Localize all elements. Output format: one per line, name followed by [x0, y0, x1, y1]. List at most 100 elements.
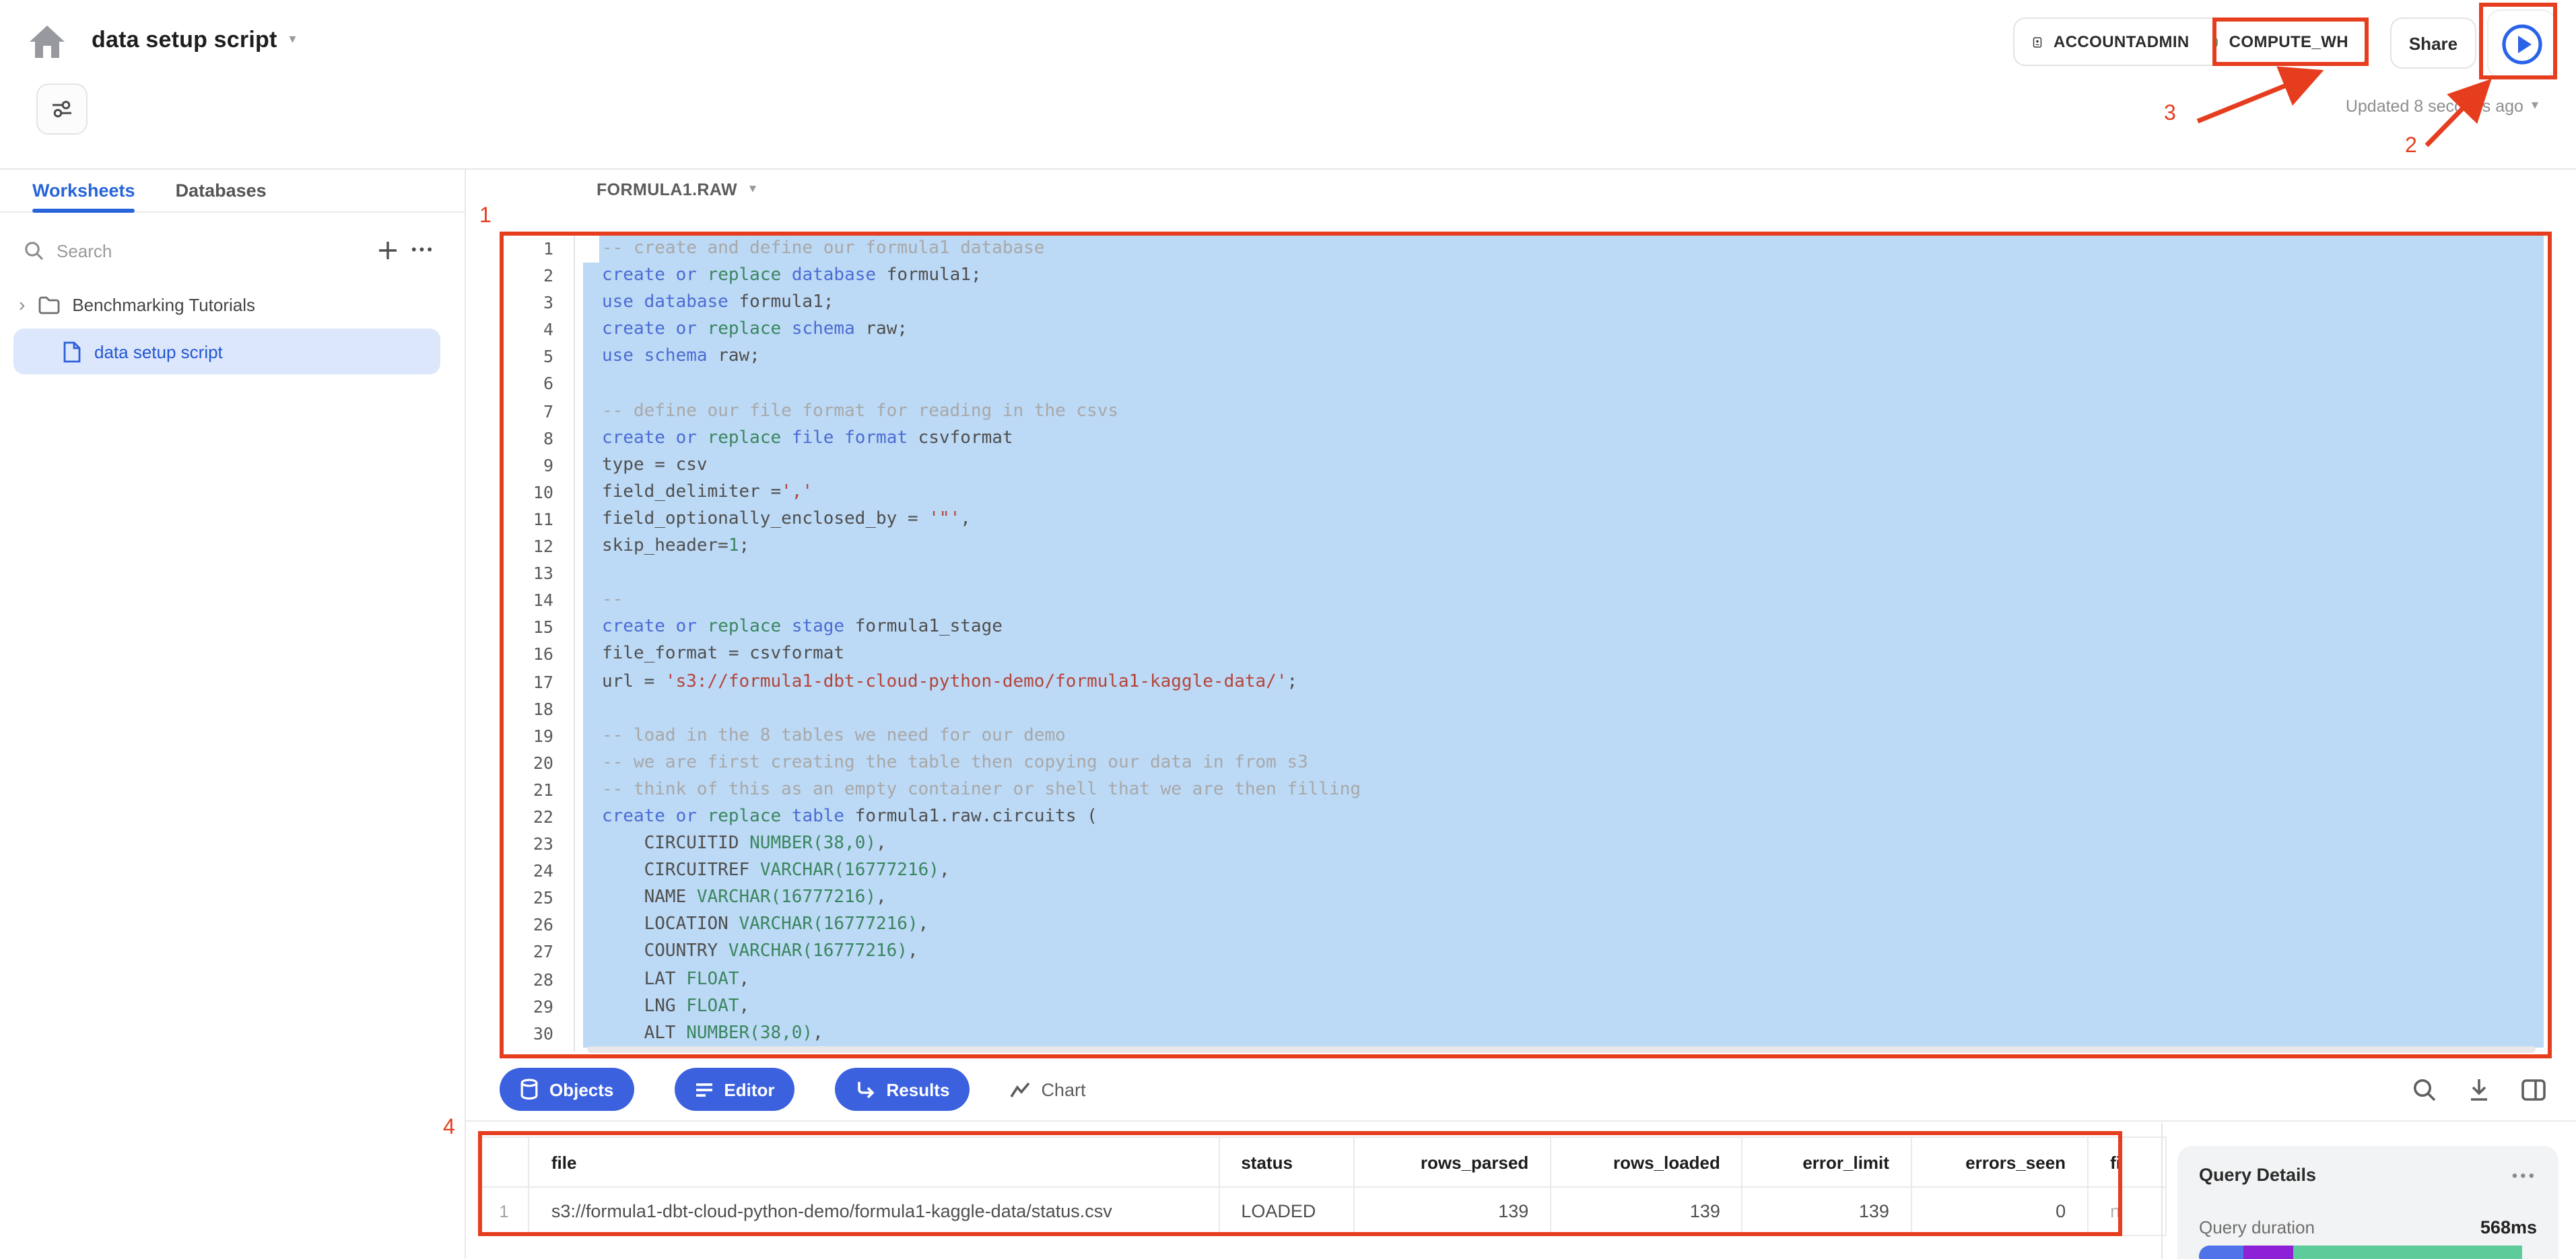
table-cell[interactable]: 139 — [1742, 1187, 1911, 1235]
objects-button[interactable]: Objects — [500, 1068, 634, 1111]
code-token: formula1; — [887, 265, 982, 285]
code-line[interactable]: ALT NUMBER(38,0), — [583, 1020, 2544, 1047]
filters-button[interactable] — [36, 83, 88, 135]
return-arrow-icon — [856, 1080, 876, 1099]
code-line[interactable]: use database formula1; — [583, 290, 2544, 316]
search-input[interactable]: Search — [57, 240, 366, 261]
worksheet-title-menu[interactable]: data setup script ▾ — [92, 27, 296, 54]
code-line[interactable]: CIRCUITREF VARCHAR(16777216), — [583, 858, 2544, 885]
table-cell[interactable]: 0 — [1911, 1187, 2088, 1235]
sidebar-item-worksheet[interactable]: data setup script — [13, 329, 440, 374]
editor-horizontal-scrollbar[interactable] — [587, 1046, 2536, 1053]
row-number-cell: 1 — [479, 1187, 529, 1235]
code-line[interactable]: type = csv — [583, 452, 2544, 479]
code-line[interactable]: CIRCUITID NUMBER(38,0), — [583, 831, 2544, 858]
code-line[interactable]: NAME VARCHAR(16777216), — [583, 885, 2544, 912]
results-tools — [2412, 1058, 2546, 1120]
code-token: , — [918, 915, 929, 935]
sidebar-item-folder[interactable]: › Benchmarking Tutorials — [0, 285, 465, 323]
column-header[interactable]: file — [529, 1137, 1219, 1187]
code-line[interactable]: url = 's3://formula1-dbt-cloud-python-de… — [583, 669, 2544, 695]
table-row[interactable]: 1s3://formula1-dbt-cloud-python-demo/for… — [479, 1187, 2166, 1235]
duration-bar-segment — [2293, 1246, 2522, 1259]
column-header-rownum[interactable] — [479, 1137, 529, 1187]
column-header[interactable]: rows_loaded — [1551, 1137, 1742, 1187]
table-cell[interactable]: s3://formula1-dbt-cloud-python-demo/form… — [529, 1187, 1219, 1235]
editor-code[interactable]: -- create and define our formula1 databa… — [575, 236, 2544, 1052]
code-line[interactable]: create or replace table formula1.raw.cir… — [583, 804, 2544, 831]
split-view-button[interactable] — [2521, 1078, 2546, 1101]
line-number: 18 — [504, 695, 574, 722]
line-number: 23 — [504, 831, 574, 858]
code-token: replace — [708, 265, 792, 285]
code-line[interactable]: use schema raw; — [583, 344, 2544, 371]
download-results-button[interactable] — [2467, 1077, 2491, 1102]
line-number: 29 — [504, 993, 574, 1020]
column-header[interactable]: error_limit — [1742, 1137, 1911, 1187]
code-line[interactable]: -- we are first creating the table then … — [583, 750, 2544, 777]
code-line[interactable]: LOCATION VARCHAR(16777216), — [583, 912, 2544, 939]
session-context-pill[interactable]: ACCOUNTADMIN COMPUTE_WH — [2013, 18, 2367, 66]
table-cell[interactable]: 139 — [1354, 1187, 1551, 1235]
code-token: -- define our file format for reading in… — [602, 401, 1118, 421]
column-header[interactable]: fi — [2088, 1137, 2166, 1187]
updated-status[interactable]: Updated 8 seconds ago ▾ — [2346, 97, 2538, 116]
results-button[interactable]: Results — [836, 1068, 970, 1111]
table-cell[interactable]: n — [2088, 1187, 2166, 1235]
code-line[interactable]: create or replace file format csvformat — [583, 425, 2544, 452]
code-token: -- we are first creating the table then … — [602, 753, 1308, 773]
home-button[interactable] — [27, 22, 67, 62]
code-line[interactable]: -- — [583, 587, 2544, 614]
code-line[interactable]: field_optionally_enclosed_by = '"', — [583, 506, 2544, 533]
column-header[interactable]: status — [1219, 1137, 1354, 1187]
folder-label: Benchmarking Tutorials — [72, 294, 255, 314]
code-line[interactable]: -- load in the 8 tables we need for our … — [583, 722, 2544, 749]
line-number: 7 — [504, 398, 574, 425]
code-token: , — [739, 969, 750, 989]
code-line[interactable] — [583, 371, 2544, 398]
results-table-wrap: filestatusrows_parsedrows_loadederror_li… — [478, 1136, 2167, 1236]
results-table[interactable]: filestatusrows_parsedrows_loadederror_li… — [478, 1136, 2167, 1236]
code-token: schema — [792, 320, 866, 340]
sql-editor[interactable]: 1234567891011121314151617181920212223242… — [504, 236, 2544, 1052]
share-button[interactable]: Share — [2390, 18, 2476, 69]
tab-worksheets[interactable]: Worksheets — [32, 170, 135, 211]
column-header[interactable]: errors_seen — [1911, 1137, 2088, 1187]
code-token: database — [792, 265, 887, 285]
download-icon — [2467, 1077, 2491, 1102]
code-line[interactable]: COUNTRY VARCHAR(16777216), — [583, 939, 2544, 966]
code-token: raw; — [865, 320, 908, 340]
chart-tab[interactable]: Chart — [1010, 1079, 1085, 1099]
code-line[interactable]: LAT FLOAT, — [583, 966, 2544, 993]
code-line[interactable]: LNG FLOAT, — [583, 993, 2544, 1020]
query-duration-value: 568ms — [2480, 1217, 2537, 1237]
code-line[interactable]: -- define our file format for reading in… — [583, 398, 2544, 425]
code-line[interactable]: create or replace schema raw; — [583, 317, 2544, 344]
code-line[interactable]: -- create and define our formula1 databa… — [599, 236, 2544, 263]
line-number: 19 — [504, 722, 574, 749]
run-button[interactable] — [2487, 9, 2556, 78]
query-details-title: Query Details — [2199, 1165, 2316, 1185]
more-options-button[interactable]: ••• — [411, 242, 435, 259]
query-details-menu-button[interactable]: ••• — [2512, 1165, 2537, 1184]
add-worksheet-button[interactable] — [378, 240, 399, 261]
code-line[interactable]: file_format = csvformat — [583, 642, 2544, 669]
database-context-selector[interactable]: FORMULA1.RAW ▾ — [597, 180, 756, 199]
code-line[interactable]: skip_header=1; — [583, 533, 2544, 560]
column-header[interactable]: rows_parsed — [1354, 1137, 1551, 1187]
table-cell[interactable]: LOADED — [1219, 1187, 1354, 1235]
search-results-button[interactable] — [2412, 1077, 2437, 1102]
code-line[interactable]: -- think of this as an empty container o… — [583, 777, 2544, 804]
code-token: , — [876, 888, 887, 908]
tab-databases[interactable]: Databases — [176, 170, 267, 211]
code-line[interactable] — [583, 695, 2544, 722]
code-token: ; — [1287, 671, 1298, 691]
line-number: 20 — [504, 750, 574, 777]
code-line[interactable]: field_delimiter =',' — [583, 479, 2544, 506]
editor-button[interactable]: Editor — [674, 1068, 794, 1111]
code-line[interactable] — [583, 560, 2544, 587]
code-line[interactable]: create or replace database formula1; — [583, 263, 2544, 290]
code-line[interactable]: create or replace stage formula1_stage — [583, 615, 2544, 642]
sidebar-search: Search ••• — [23, 240, 435, 261]
table-cell[interactable]: 139 — [1551, 1187, 1742, 1235]
